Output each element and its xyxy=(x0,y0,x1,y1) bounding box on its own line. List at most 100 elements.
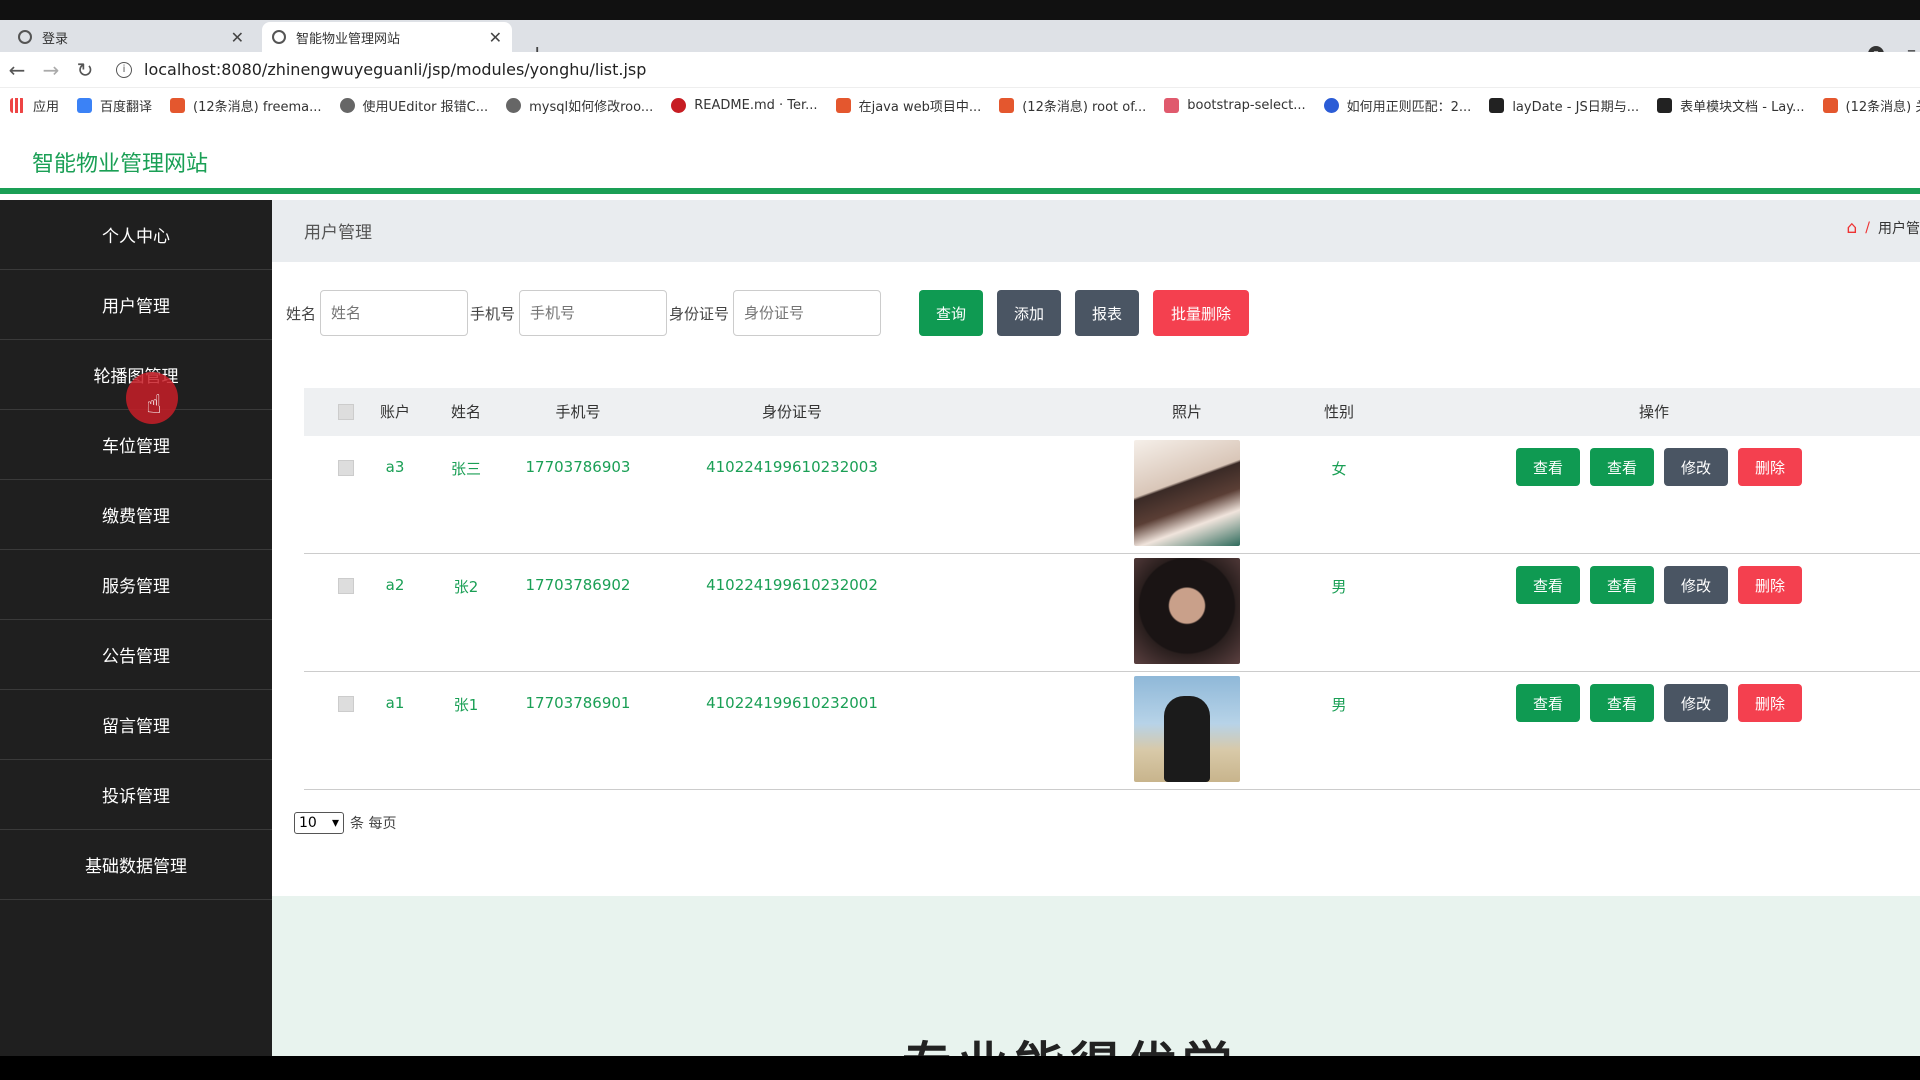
add-button[interactable]: 添加 xyxy=(997,290,1062,336)
cell-idcard: 410224199610232001 xyxy=(706,694,878,712)
cell-account: a3 xyxy=(385,458,405,476)
bookmark-label: README.md · Ter... xyxy=(694,97,818,113)
tab-login-label: 登录 xyxy=(42,31,69,47)
delete-button[interactable]: 删除 xyxy=(1738,566,1802,604)
select-all-checkbox[interactable] xyxy=(338,404,354,420)
page-size-suffix: 条 每页 xyxy=(350,816,397,832)
bookmark-item[interactable]: (12条消息) freema... xyxy=(170,96,322,115)
close-tab-icon[interactable]: ✕ xyxy=(231,28,244,47)
pagination: 10 ▾ 条 每页 xyxy=(294,812,396,834)
sidebar-item-users[interactable]: 用户管理 xyxy=(0,270,272,340)
layui-icon xyxy=(1489,97,1505,113)
bookmark-item[interactable]: 百度翻译 xyxy=(77,96,152,115)
user-photo xyxy=(1134,440,1240,546)
bookmark-item[interactable]: 表单模块文档 - Lay... xyxy=(1657,96,1805,115)
bookmark-item[interactable]: 如何用正则匹配：2... xyxy=(1323,96,1472,115)
breadcrumb: ⌂ / 用户管 xyxy=(1846,218,1920,238)
sidebar-item-base-data[interactable]: 基础数据管理 xyxy=(0,830,272,900)
page-title: 用户管理 xyxy=(304,223,372,243)
main-content: 用户管理 ⌂ / 用户管 姓名 手机号 身份证号 查询 添加 报表 批量删除 账… xyxy=(272,200,1920,1056)
bookmark-item[interactable]: bootstrap-select... xyxy=(1164,97,1306,113)
sidebar-item-complaints[interactable]: 投诉管理 xyxy=(0,760,272,830)
bookmark-label: mysql如何修改roo... xyxy=(529,99,654,115)
edit-button[interactable]: 修改 xyxy=(1664,566,1728,604)
phone-label: 手机号 xyxy=(470,304,516,323)
table-row: a2 张2 17703786902 410224199610232002 男 查… xyxy=(304,554,1920,672)
user-table: 账户 姓名 手机号 身份证号 照片 性别 操作 a3 张三 1770378690… xyxy=(304,388,1920,790)
home-icon[interactable]: ⌂ xyxy=(1846,218,1857,238)
cell-name: 张三 xyxy=(450,460,481,478)
close-tab-icon[interactable]: ✕ xyxy=(489,28,502,47)
row-checkbox[interactable] xyxy=(338,696,354,712)
sidebar-item-payments[interactable]: 缴费管理 xyxy=(0,480,272,550)
header-phone: 手机号 xyxy=(555,403,601,421)
layui-icon xyxy=(1657,97,1673,113)
bookmark-item[interactable]: layDate - JS日期与... xyxy=(1489,96,1639,115)
delete-button[interactable]: 删除 xyxy=(1738,448,1802,486)
header-gender: 性别 xyxy=(1323,403,1354,421)
name-label: 姓名 xyxy=(286,304,317,323)
breadcrumb-separator: / xyxy=(1865,220,1870,236)
cell-account: a1 xyxy=(385,694,405,712)
address-bar: ← → ↻ i localhost:8080/zhinengwuyeguanli… xyxy=(0,52,1920,88)
cell-gender: 女 xyxy=(1331,460,1347,478)
forward-icon[interactable]: → xyxy=(34,58,68,82)
bookmark-label: 使用UEditor 报错C... xyxy=(362,99,489,115)
reload-icon[interactable]: ↻ xyxy=(68,58,102,82)
baidu-paw-icon xyxy=(1323,97,1339,113)
batch-delete-button[interactable]: 批量删除 xyxy=(1153,290,1250,336)
csdn-icon xyxy=(170,97,186,113)
sidebar-item-messages[interactable]: 留言管理 xyxy=(0,690,272,760)
header-name: 姓名 xyxy=(450,403,481,421)
sidebar-item-parking[interactable]: 车位管理 xyxy=(0,410,272,480)
view-button[interactable]: 查看 xyxy=(1516,448,1580,486)
report-button[interactable]: 报表 xyxy=(1075,290,1140,336)
table-row: a3 张三 17703786903 410224199610232003 女 查… xyxy=(304,436,1920,554)
edit-button[interactable]: 修改 xyxy=(1664,684,1728,722)
page-size-select[interactable]: 10 ▾ xyxy=(294,812,344,834)
bookmark-item[interactable]: 在java web项目中... xyxy=(835,96,982,115)
globe-icon xyxy=(18,30,32,44)
sidebar-item-personal-center[interactable]: 个人中心 xyxy=(0,200,272,270)
cell-phone: 17703786903 xyxy=(525,458,631,476)
view-button[interactable]: 查看 xyxy=(1590,566,1654,604)
bookmark-item[interactable]: 使用UEditor 报错C... xyxy=(339,96,489,115)
bookmark-label: 如何用正则匹配：2... xyxy=(1346,99,1472,115)
delete-button[interactable]: 删除 xyxy=(1738,684,1802,722)
idcard-input[interactable] xyxy=(733,290,882,336)
bookmark-page-icon xyxy=(1164,97,1180,113)
sidebar-item-notices[interactable]: 公告管理 xyxy=(0,620,272,690)
sidebar-item-services[interactable]: 服务管理 xyxy=(0,550,272,620)
bookmark-item[interactable]: mysql如何修改roo... xyxy=(506,96,653,115)
user-photo xyxy=(1134,558,1240,664)
bookmark-item[interactable]: (12条消息) root of... xyxy=(999,96,1146,115)
url-text: localhost:8080/zhinengwuyeguanli/jsp/mod… xyxy=(144,60,647,79)
cell-account: a2 xyxy=(385,576,405,594)
tab-property-site[interactable]: 智能物业管理网站 ✕ xyxy=(262,22,512,52)
view-button[interactable]: 查看 xyxy=(1590,448,1654,486)
name-input[interactable] xyxy=(320,290,469,336)
back-icon[interactable]: ← xyxy=(0,58,34,82)
query-button[interactable]: 查询 xyxy=(919,290,984,336)
edit-button[interactable]: 修改 xyxy=(1664,448,1728,486)
view-button[interactable]: 查看 xyxy=(1590,684,1654,722)
view-button[interactable]: 查看 xyxy=(1516,684,1580,722)
bookmark-item[interactable]: README.md · Ter... xyxy=(671,97,818,113)
site-title[interactable]: 智能物业管理网站 xyxy=(32,146,208,178)
idcard-label: 身份证号 xyxy=(669,304,730,323)
row-checkbox[interactable] xyxy=(338,578,354,594)
bookmark-apps[interactable]: 应用 xyxy=(10,96,59,115)
row-checkbox[interactable] xyxy=(338,460,354,476)
bookmark-item[interactable]: (12条消息) 关于lay... xyxy=(1822,96,1920,115)
phone-input[interactable] xyxy=(519,290,668,336)
tab-login[interactable]: 登录 ✕ xyxy=(8,22,254,52)
view-button[interactable]: 查看 xyxy=(1516,566,1580,604)
breadcrumb-current: 用户管 xyxy=(1878,221,1920,237)
csdn-icon xyxy=(999,97,1015,113)
link-icon xyxy=(506,97,522,113)
info-icon[interactable]: i xyxy=(116,61,132,78)
cell-phone: 17703786901 xyxy=(525,694,631,712)
cell-gender: 男 xyxy=(1331,696,1347,714)
url-field[interactable]: i localhost:8080/zhinengwuyeguanli/jsp/m… xyxy=(116,60,646,79)
bookmark-label: 在java web项目中... xyxy=(858,99,982,115)
